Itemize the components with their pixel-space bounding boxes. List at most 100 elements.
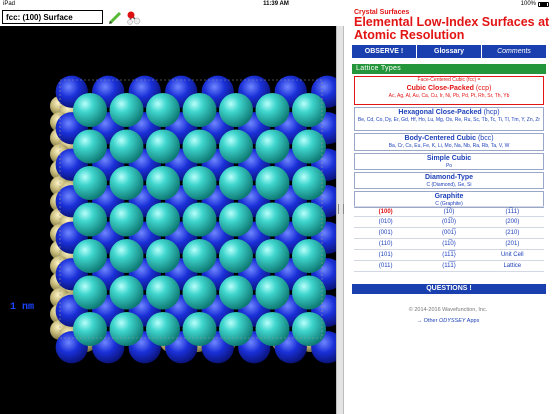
surface-atom — [146, 202, 180, 237]
other-apps-link[interactable]: → Other ODYSSEY Apps — [344, 318, 552, 324]
surface-atom — [255, 312, 290, 346]
crystal-viewer[interactable]: 1 nm — [0, 26, 336, 414]
surface-option[interactable]: (001̅) — [417, 228, 480, 238]
copyright: © 2014-2016 Wavefunction, Inc. — [408, 307, 488, 313]
lattice-hcp[interactable]: Hexagonal Close-Packed (hcp) Be, Cd, Co,… — [354, 107, 544, 131]
lattice-bcc[interactable]: Body-Centered Cubic (bcc) Ba, Cr, Cs, Eu… — [354, 133, 544, 151]
viewer-toolbar: fcc: (100) Surface — [0, 9, 344, 26]
lattice-fcc[interactable]: Face-Centered Cubic (fcc) = Cubic Close-… — [354, 76, 544, 105]
surface-option[interactable]: (01̅0) — [417, 217, 480, 227]
miller-index-table: (100) (1̅0) (1̅11) (010) (01̅0) (200) (0… — [354, 206, 544, 272]
questions-button[interactable]: QUESTIONS ! — [352, 284, 546, 294]
lattice-name: Body-Centered Cubic — [404, 135, 477, 142]
surface-atom — [255, 202, 290, 237]
surface-option[interactable]: (011) — [354, 261, 417, 271]
surface-atom — [146, 312, 180, 346]
surface-atom — [255, 166, 290, 200]
surface-option[interactable]: (11̅1̅) — [417, 250, 480, 260]
surface-atom — [146, 93, 180, 127]
surface-atom — [73, 166, 107, 200]
other-prefix: → Other — [416, 318, 439, 324]
surface-atom — [219, 239, 253, 273]
lattice-name: Diamond-Type — [424, 174, 474, 181]
surface-atom — [255, 275, 290, 310]
surface-atom — [182, 275, 217, 310]
lattice-elements: Po — [445, 163, 453, 169]
surface-atom — [182, 166, 217, 200]
surface-selector[interactable]: fcc: (100) Surface — [2, 10, 103, 24]
action-buttons: OBSERVE ! Glossary Comments — [352, 45, 546, 58]
surface-option[interactable]: (010) — [354, 217, 417, 227]
lattice-name: Hexagonal Close-Packed — [398, 109, 482, 116]
surface-option[interactable]: (210) — [481, 228, 544, 238]
glossary-button[interactable]: Glossary — [417, 45, 481, 58]
split-divider[interactable] — [336, 26, 344, 414]
surface-atom — [73, 129, 107, 164]
lattice-diamond[interactable]: Diamond-Type C (Diamond), Ge, Si — [354, 172, 544, 189]
surface-option[interactable]: (11̅1̅) — [417, 261, 480, 271]
surface-atom — [182, 312, 217, 346]
surface-atom — [255, 239, 290, 273]
surface-atom — [219, 312, 253, 346]
surface-option[interactable]: (11̅0) — [417, 239, 480, 249]
surface-atom — [73, 239, 107, 273]
surface-atom — [292, 166, 326, 200]
battery-icon — [538, 2, 549, 7]
surface-atom — [292, 129, 326, 164]
lattice-simple-cubic[interactable]: Simple Cubic Po — [354, 153, 544, 170]
unit-cell-button[interactable]: Unit Cell — [481, 250, 544, 260]
surface-atom — [73, 312, 107, 346]
surface-atom — [219, 166, 253, 200]
surface-atom — [109, 312, 144, 346]
surface-atom — [109, 202, 144, 237]
surface-atom — [182, 239, 217, 273]
lattice-elements: Ba, Cr, Cs, Eu, Fe, K, Li, Mo, Na, Nb, R… — [388, 143, 510, 149]
surface-atom — [146, 129, 180, 164]
surface-atom — [219, 202, 253, 237]
surface-option[interactable]: (001) — [354, 228, 417, 238]
comments-button[interactable]: Comments — [482, 45, 546, 58]
lattice-elements: Ac, Ag, Al, Au, Ca, Cu, Ir, Ni, Pb, Pd, … — [388, 93, 510, 99]
surface-atom — [182, 93, 217, 127]
table-row: (100) (1̅0) (1̅11) — [354, 206, 544, 217]
odyssey-brand: ODYSSEY — [438, 318, 466, 324]
table-row: (011) (11̅1̅) Lattice — [354, 261, 544, 272]
surface-option[interactable]: (200) — [481, 217, 544, 227]
surface-atom — [73, 93, 107, 127]
lattice-name: Cubic Close-Packed — [406, 85, 474, 92]
molecule-icon[interactable] — [126, 10, 142, 26]
surface-atom — [182, 202, 217, 237]
crystal-model[interactable] — [0, 26, 336, 414]
surface-atom — [109, 275, 144, 310]
pencil-icon[interactable] — [108, 11, 122, 25]
surface-option[interactable]: (110) — [354, 239, 417, 249]
surface-atom — [219, 93, 253, 127]
lattice-abbr: (ccp) — [475, 85, 492, 92]
lattice-button[interactable]: Lattice — [481, 261, 544, 271]
lattice-elements: C (Diamond), Ge, Si — [426, 182, 472, 188]
surface-option[interactable]: (1̅0) — [417, 207, 480, 216]
surface-option[interactable]: (201) — [481, 239, 544, 249]
battery-percent: 100% — [520, 1, 536, 7]
surface-atom — [182, 129, 217, 164]
lattice-fcc-top: Face-Centered Cubic (fcc) = — [417, 77, 481, 83]
lattice-elements: Be, Cd, Co, Dy, Er, Gd, Hf, Ho, Lu, Mg, … — [357, 117, 541, 123]
lattice-abbr: (bcc) — [477, 135, 494, 142]
info-panel: Crystal Surfaces Elemental Low-Index Sur… — [344, 9, 552, 414]
surface-atom — [109, 166, 144, 200]
table-row: (110) (11̅0) (201) — [354, 239, 544, 250]
scale-label: 1 nm — [10, 302, 35, 313]
surface-atom — [292, 312, 326, 346]
surface-100[interactable]: (100) — [354, 207, 417, 216]
other-suffix: Apps — [465, 318, 480, 324]
observe-button[interactable]: OBSERVE ! — [352, 45, 416, 58]
lattice-types-header: Lattice Types — [352, 64, 546, 74]
surface-option[interactable]: (1̅11) — [481, 207, 544, 216]
surface-atom — [73, 275, 107, 310]
surface-option[interactable]: (101) — [354, 250, 417, 260]
lattice-abbr: (hcp) — [483, 109, 500, 116]
surface-atom — [292, 202, 326, 237]
surface-atom — [292, 239, 326, 273]
surface-atom — [219, 129, 253, 164]
surface-atom — [292, 93, 326, 127]
